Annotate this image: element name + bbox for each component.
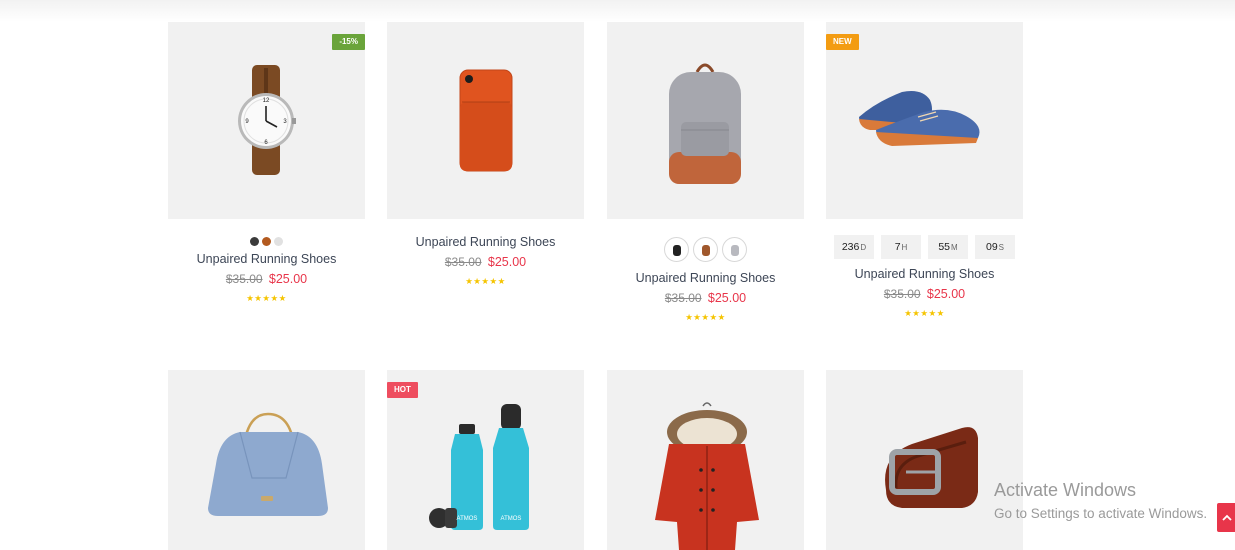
back-to-top-button[interactable] xyxy=(1217,503,1235,532)
sale-price: $25.00 xyxy=(707,291,747,305)
shoes-image xyxy=(859,91,980,146)
product-card[interactable] xyxy=(607,370,804,550)
product-title[interactable]: Unpaired Running Shoes xyxy=(168,252,365,266)
chevron-up-icon xyxy=(1222,514,1232,521)
product-price: $35.00 $25.00 xyxy=(387,255,584,269)
product-image[interactable]: NEW xyxy=(826,22,1023,219)
product-title[interactable]: Unpaired Running Shoes xyxy=(387,235,584,249)
new-badge: NEW xyxy=(826,34,859,50)
svg-text:ATMOS: ATMOS xyxy=(457,516,478,522)
product-image[interactable] xyxy=(607,370,804,550)
hot-badge: HOT xyxy=(387,382,418,398)
variant-thumbnails xyxy=(607,237,804,262)
product-card[interactable]: NEW 236 D 7H 55 M 09 S Unpaired Running Sho… xyxy=(826,22,1023,319)
product-image[interactable] xyxy=(607,22,804,219)
backpack-image xyxy=(669,63,741,184)
countdown-minutes: 55 M xyxy=(928,235,968,259)
product-card[interactable]: -15% 12 3 6 9 Unpaired Running Shoes $35… xyxy=(168,22,365,304)
rating-stars: ★★★★★ xyxy=(904,308,945,318)
winter-jacket-image xyxy=(655,402,759,550)
countdown-seconds: 09 S xyxy=(975,235,1015,259)
countdown-days: 236 D xyxy=(834,235,874,259)
product-title[interactable]: Unpaired Running Shoes xyxy=(607,271,804,285)
old-price: $35.00 xyxy=(883,287,921,301)
product-price: $35.00 $25.00 xyxy=(607,291,804,305)
product-card[interactable]: Unpaired Running Shoes $35.00 $25.00 ★★★… xyxy=(387,22,584,287)
swatch-grey[interactable] xyxy=(274,236,283,246)
product-image[interactable]: -15% 12 3 6 9 xyxy=(168,22,365,219)
product-card[interactable]: Unpaired Running Shoes $35.00 $25.00 ★★★… xyxy=(607,22,804,323)
discount-badge: -15% xyxy=(332,34,365,50)
old-price: $35.00 xyxy=(225,272,263,286)
product-card[interactable]: HOT ATMOS ATMOS xyxy=(387,370,584,550)
swatch-black[interactable] xyxy=(250,236,259,246)
product-image[interactable] xyxy=(168,370,365,550)
product-image[interactable] xyxy=(826,370,1023,550)
handbag-image xyxy=(208,412,328,516)
old-price: $35.00 xyxy=(444,255,482,269)
rating-stars: ★★★★★ xyxy=(685,312,726,322)
wristwatch-image: 12 3 6 9 xyxy=(238,65,296,175)
sale-price: $25.00 xyxy=(487,255,527,269)
activate-subtitle: Go to Settings to activate Windows. xyxy=(994,506,1208,521)
rating-stars: ★★★★★ xyxy=(465,276,506,286)
product-card[interactable] xyxy=(168,370,365,550)
product-image[interactable] xyxy=(387,22,584,219)
phone-case-image xyxy=(459,69,513,172)
countdown-timer: 236 D 7H 55 M 09 S xyxy=(826,235,1023,259)
leather-belt-image xyxy=(885,427,978,508)
sale-price: $25.00 xyxy=(268,272,308,286)
countdown-hours: 7H xyxy=(881,235,921,259)
activate-title: Activate Windows xyxy=(994,480,1137,500)
sale-price: $25.00 xyxy=(926,287,966,301)
product-title[interactable]: Unpaired Running Shoes xyxy=(826,267,1023,281)
swatch-brown[interactable] xyxy=(262,236,271,246)
rating-stars: ★★★★★ xyxy=(246,293,287,303)
activate-windows-watermark: Activate Windows Go to Settings to activ… xyxy=(994,480,1207,521)
product-image[interactable]: HOT ATMOS ATMOS xyxy=(387,370,584,550)
color-swatches xyxy=(168,236,365,246)
product-price: $35.00 $25.00 xyxy=(826,287,1023,301)
variant-thumb-brown[interactable] xyxy=(693,237,718,262)
svg-text:ATMOS: ATMOS xyxy=(501,516,522,522)
variant-thumb-grey[interactable] xyxy=(722,237,747,262)
old-price: $35.00 xyxy=(664,291,702,305)
product-price: $35.00 $25.00 xyxy=(168,272,365,286)
svg-text:12: 12 xyxy=(263,98,270,104)
product-card[interactable] xyxy=(826,370,1023,550)
variant-thumb-black[interactable] xyxy=(664,237,689,262)
header-shadow xyxy=(0,0,1235,22)
